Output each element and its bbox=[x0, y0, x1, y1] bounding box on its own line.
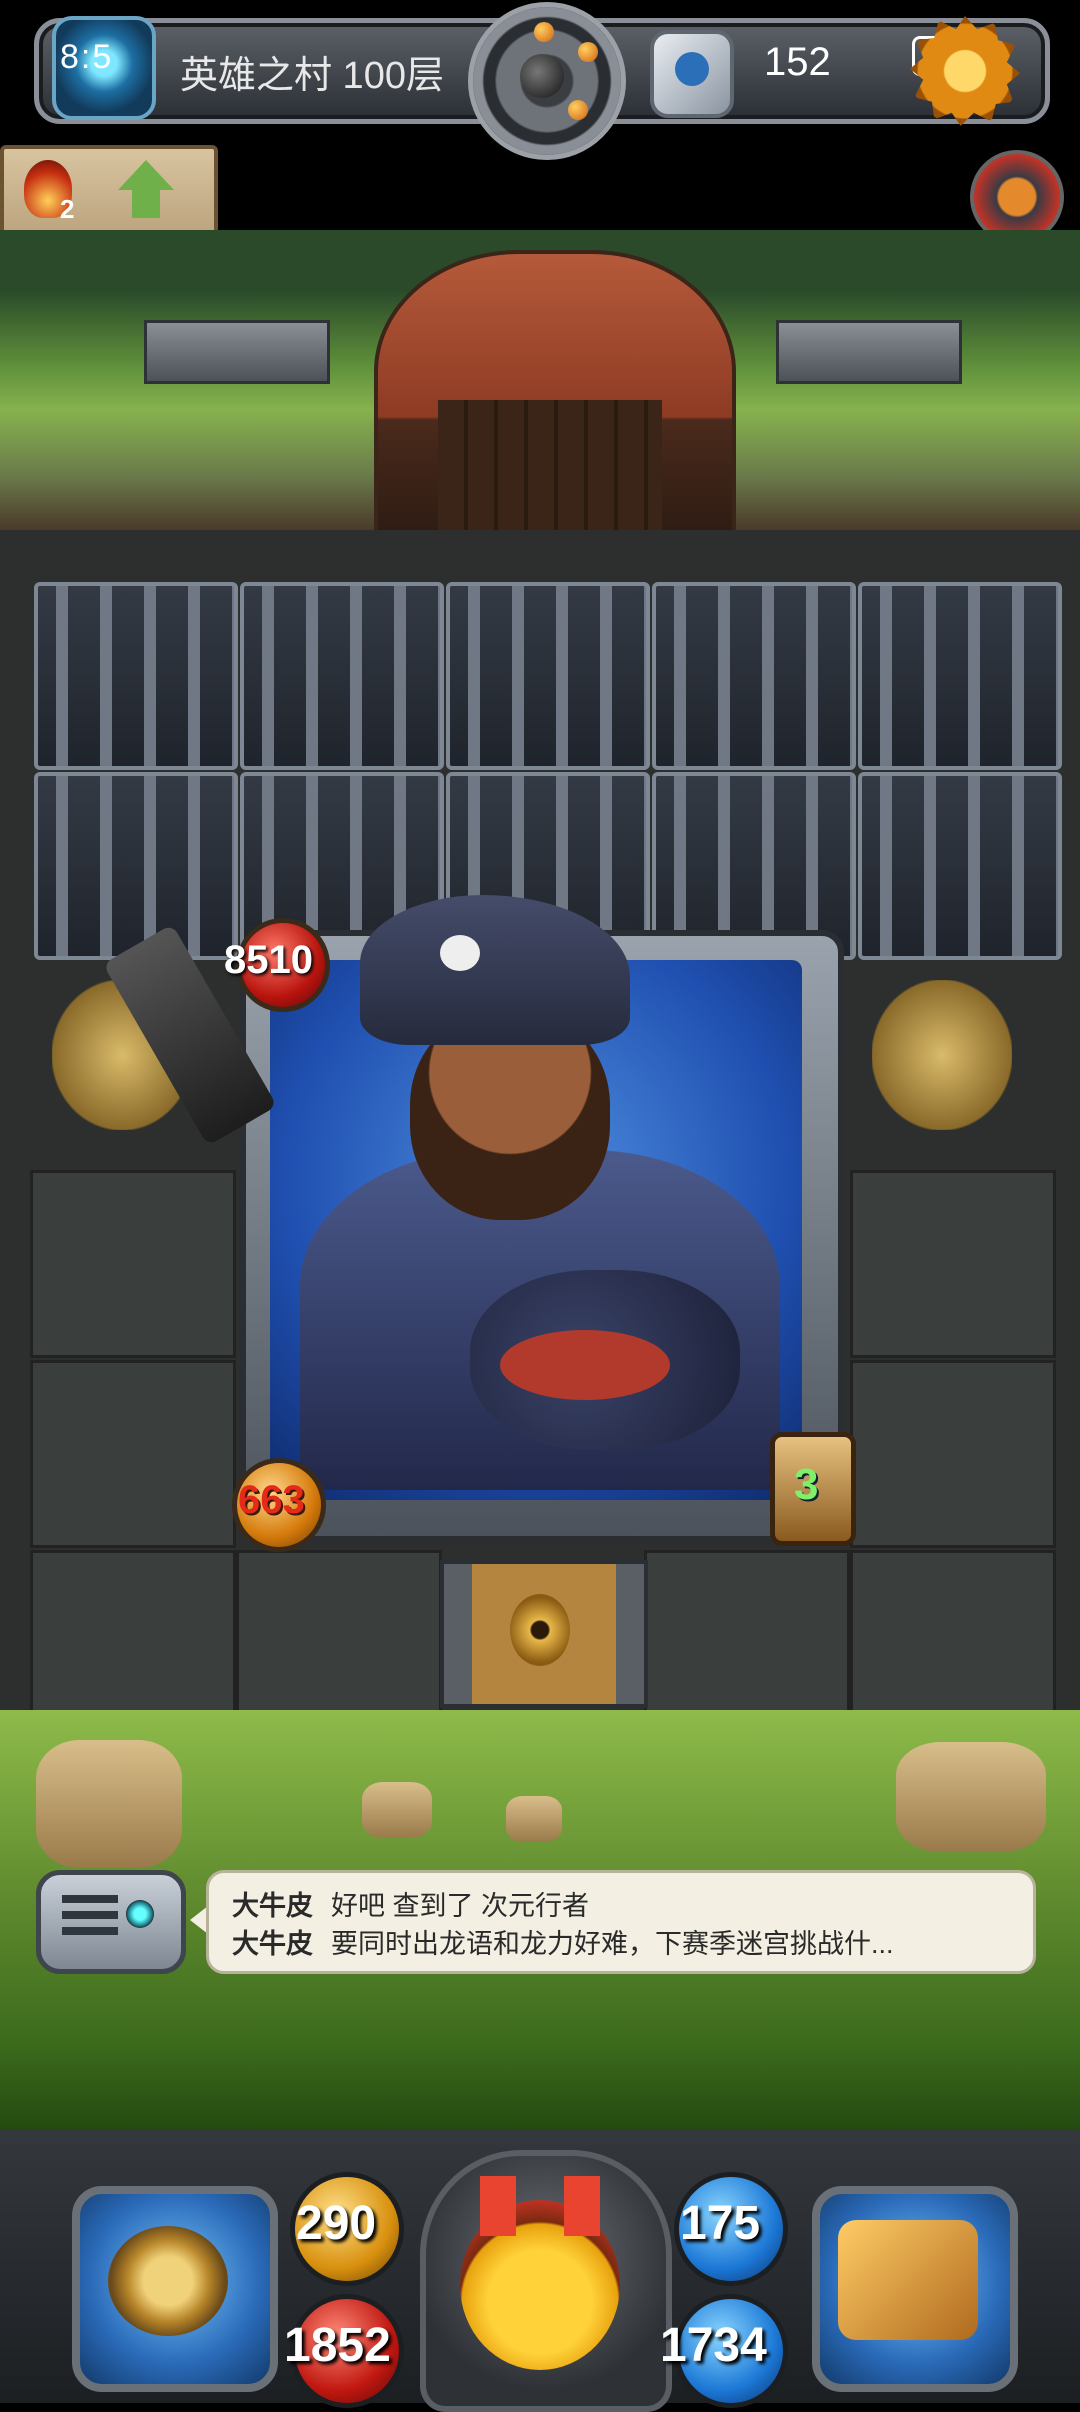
hero-attack: 290 bbox=[296, 2197, 377, 2250]
treasure-chest-icon bbox=[838, 2220, 978, 2340]
cage-treasure[interactable] bbox=[446, 582, 650, 770]
compass-helmet-icon bbox=[108, 2226, 228, 2336]
boss-hp: 8510 bbox=[224, 938, 313, 982]
boss-attack: 663 bbox=[238, 1478, 305, 1522]
hero-hp: 1852 bbox=[284, 2319, 391, 2372]
floor-tile[interactable] bbox=[850, 1360, 1056, 1548]
key-stone-icon[interactable] bbox=[650, 30, 734, 118]
floor-tile[interactable] bbox=[30, 1170, 236, 1358]
chat-text: 要同时出龙语和龙力好难，下赛季迷宫挑战什... bbox=[331, 1929, 894, 1959]
clock-time: 8:5 bbox=[60, 38, 114, 76]
bomb-charge-icon bbox=[568, 100, 588, 120]
cage-treasure[interactable] bbox=[34, 772, 238, 960]
chat-message: 大牛皮 要同时出龙语和龙力好难，下赛季迷宫挑战什... bbox=[232, 1922, 894, 1961]
hut-door[interactable] bbox=[438, 400, 662, 540]
chat-sender: 大牛皮 bbox=[232, 1891, 313, 1922]
chat-menu-icon bbox=[62, 1895, 118, 1935]
fence-post bbox=[144, 320, 330, 384]
rock bbox=[362, 1782, 432, 1838]
crocodile-mouth bbox=[500, 1330, 670, 1400]
chat-sender: 大牛皮 bbox=[232, 1929, 313, 1960]
fire-count: 2 bbox=[60, 194, 75, 224]
hero-magic: 1734 bbox=[660, 2319, 767, 2372]
rock bbox=[36, 1740, 182, 1868]
fence-post bbox=[776, 320, 962, 384]
bomb-charge-icon bbox=[534, 22, 554, 42]
cage-treasure[interactable] bbox=[652, 582, 856, 770]
bone-pile-icon bbox=[872, 980, 1012, 1130]
chat-indicator-icon bbox=[126, 1900, 154, 1928]
floor-tile[interactable] bbox=[30, 1360, 236, 1548]
up-arrow-stem bbox=[132, 190, 160, 218]
cage-treasure[interactable] bbox=[858, 582, 1062, 770]
cage-treasure[interactable] bbox=[858, 772, 1062, 960]
rock bbox=[896, 1742, 1046, 1852]
up-arrow-icon[interactable] bbox=[118, 160, 174, 190]
floor-tile[interactable] bbox=[850, 1170, 1056, 1358]
chat-message: 大牛皮 好吧 查到了 次元行者 bbox=[232, 1884, 589, 1923]
rock bbox=[506, 1796, 562, 1842]
floor-title: 英雄之村 100层 bbox=[180, 55, 444, 97]
cage-treasure[interactable] bbox=[34, 582, 238, 770]
boss-turn-timer: 3 bbox=[794, 1460, 819, 1509]
gold-count: 152 bbox=[764, 40, 831, 84]
hero-defense: 175 bbox=[680, 2197, 761, 2250]
bomb-charge-icon bbox=[578, 42, 598, 62]
cage-treasure[interactable] bbox=[240, 582, 444, 770]
hero-crown-icon bbox=[480, 2176, 600, 2236]
chat-text: 好吧 查到了 次元行者 bbox=[331, 1891, 590, 1921]
lock-icon bbox=[510, 1594, 570, 1666]
bomb-icon bbox=[520, 54, 564, 98]
skull-icon bbox=[440, 935, 480, 971]
